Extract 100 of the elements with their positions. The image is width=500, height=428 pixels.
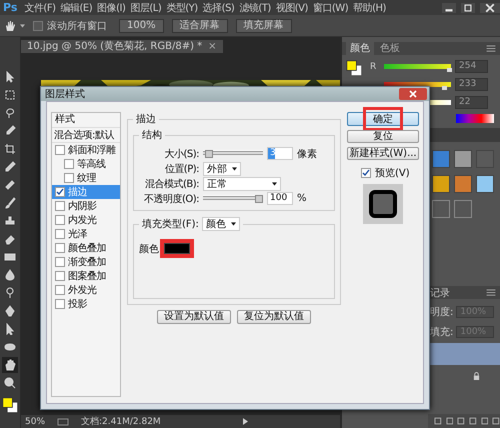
panel-tab[interactable]: 颜色 xyxy=(346,42,374,55)
color-swatches-icon[interactable] xyxy=(2,397,18,413)
channel-slider[interactable] xyxy=(384,64,451,69)
channel-value[interactable]: 254 xyxy=(455,60,488,73)
checkbox[interactable] xyxy=(55,229,65,239)
play-icon[interactable] xyxy=(242,418,248,425)
stamp-tool-icon[interactable] xyxy=(4,215,16,227)
menu-item[interactable]: 窗口(W) xyxy=(312,0,348,14)
color-swatches-icon[interactable] xyxy=(346,60,362,76)
color-swatch[interactable] xyxy=(164,243,190,254)
dialog-button[interactable]: 复位 xyxy=(347,130,419,143)
dodge-tool-icon[interactable] xyxy=(4,287,16,299)
ellipse-tool-icon[interactable] xyxy=(4,341,16,353)
color-spectrum[interactable] xyxy=(456,114,494,123)
checkbox[interactable] xyxy=(55,243,65,253)
option-button[interactable]: 100% xyxy=(119,18,164,32)
menu-item[interactable]: 类型(Y) xyxy=(166,0,198,14)
default-button[interactable]: 设置为默认值 xyxy=(157,310,231,324)
style-item[interactable]: 光泽 xyxy=(52,227,120,241)
blend-mode-label: 混合模式(B): xyxy=(144,178,199,190)
checkbox[interactable] xyxy=(33,20,43,30)
checkbox[interactable] xyxy=(55,187,65,197)
checkbox[interactable] xyxy=(55,201,65,211)
unit-label: 像素 xyxy=(297,148,317,160)
checkbox[interactable] xyxy=(64,173,74,183)
dialog-button[interactable]: 确定 xyxy=(347,112,419,126)
blend-mode-dropdown[interactable]: 正常 xyxy=(203,176,281,190)
zoom-tool-icon[interactable] xyxy=(4,377,16,389)
minimize-icon[interactable] xyxy=(442,2,456,12)
style-preset[interactable] xyxy=(432,150,450,168)
eraser-tool-icon[interactable] xyxy=(4,233,16,245)
menu-item[interactable]: 视图(V) xyxy=(276,0,308,14)
drop-tool-icon[interactable] xyxy=(4,269,16,281)
size-slider[interactable] xyxy=(203,150,263,158)
style-item[interactable]: 渐变叠加 xyxy=(52,255,120,269)
checkbox[interactable] xyxy=(55,145,65,155)
menu-item[interactable]: 帮助(H) xyxy=(353,0,386,14)
style-preset[interactable] xyxy=(476,175,494,193)
caret-icon xyxy=(272,182,277,186)
menu-icon[interactable] xyxy=(486,289,496,296)
menu-icon[interactable] xyxy=(486,45,496,52)
checkbox[interactable] xyxy=(55,299,65,309)
checkbox[interactable] xyxy=(55,285,65,295)
style-preset[interactable] xyxy=(454,175,472,193)
opacity-slider[interactable] xyxy=(203,194,263,202)
style-preset[interactable] xyxy=(454,150,472,168)
style-item[interactable]: 颜色叠加 xyxy=(52,241,120,255)
menu-item[interactable]: 图像(I) xyxy=(97,0,126,14)
style-item[interactable]: 图案叠加 xyxy=(52,269,120,283)
style-item[interactable]: 投影 xyxy=(52,297,120,311)
brush-tool-icon[interactable] xyxy=(4,197,16,209)
style-preset[interactable] xyxy=(432,200,450,218)
color-label: 颜色 xyxy=(139,242,159,256)
style-item[interactable]: 等高线 xyxy=(52,157,120,171)
gradient-tool-icon[interactable] xyxy=(4,251,16,263)
style-item[interactable]: 斜面和浮雕 xyxy=(52,143,120,157)
styles-header[interactable]: 样式 xyxy=(52,113,120,128)
maximize-icon[interactable] xyxy=(461,2,475,12)
checkbox[interactable] xyxy=(64,159,74,169)
option-button[interactable]: 填充屏幕 xyxy=(236,18,292,32)
style-item[interactable]: 内发光 xyxy=(52,213,120,227)
checkbox[interactable] xyxy=(55,257,65,267)
checkbox[interactable] xyxy=(55,271,65,281)
brush-tool-icon[interactable] xyxy=(4,125,16,137)
style-item[interactable]: 纹理 xyxy=(52,171,120,185)
channel-value[interactable]: 22 xyxy=(455,96,488,109)
document-tab[interactable]: 10.jpg @ 50% (黄色菊花, RGB/8#) * × xyxy=(21,40,223,53)
size-label: 大小(S): xyxy=(163,148,199,160)
menu-item[interactable]: 选择(S) xyxy=(202,0,234,14)
menu-item[interactable]: 滤镜(T) xyxy=(239,0,271,14)
default-button[interactable]: 复位为默认值 xyxy=(237,310,311,324)
style-preset[interactable] xyxy=(432,175,450,193)
style-item[interactable]: 外发光 xyxy=(52,283,120,297)
position-dropdown[interactable]: 外部 xyxy=(203,162,241,176)
path-select-tool-icon[interactable] xyxy=(4,323,16,335)
dialog-button[interactable]: 新建样式(W)... xyxy=(347,147,419,160)
style-preview xyxy=(363,184,403,224)
lasso-tool-icon[interactable] xyxy=(4,107,16,119)
crop-tool-icon[interactable] xyxy=(4,143,16,155)
menu-item[interactable]: 编辑(E) xyxy=(60,0,92,14)
menu-item[interactable]: 图层(L) xyxy=(130,0,162,14)
eyedropper-tool-icon[interactable] xyxy=(4,161,16,173)
hand-tool-icon[interactable] xyxy=(4,359,16,371)
tab-close[interactable]: × xyxy=(208,40,217,53)
move-tool-icon[interactable] xyxy=(4,71,16,83)
marquee-tool-icon[interactable] xyxy=(4,89,16,101)
channel-value[interactable]: 233 xyxy=(455,78,488,91)
style-item[interactable]: 内阴影 xyxy=(52,199,120,213)
fill-type-dropdown[interactable]: 颜色 xyxy=(202,217,240,231)
close-icon[interactable] xyxy=(399,88,427,100)
hand-icon[interactable] xyxy=(4,20,16,32)
menu-item[interactable]: 文件(F) xyxy=(24,0,56,14)
checkbox[interactable] xyxy=(361,168,371,178)
opacity-field[interactable]: 100 xyxy=(267,192,293,205)
panel-tab[interactable]: 色板 xyxy=(376,42,404,55)
close-icon[interactable] xyxy=(480,2,500,12)
option-button[interactable]: 适合屏幕 xyxy=(172,18,228,32)
caret-icon[interactable] xyxy=(20,24,25,28)
style-item[interactable]: 混合选项:默认 xyxy=(52,128,120,143)
checkbox[interactable] xyxy=(55,215,65,225)
